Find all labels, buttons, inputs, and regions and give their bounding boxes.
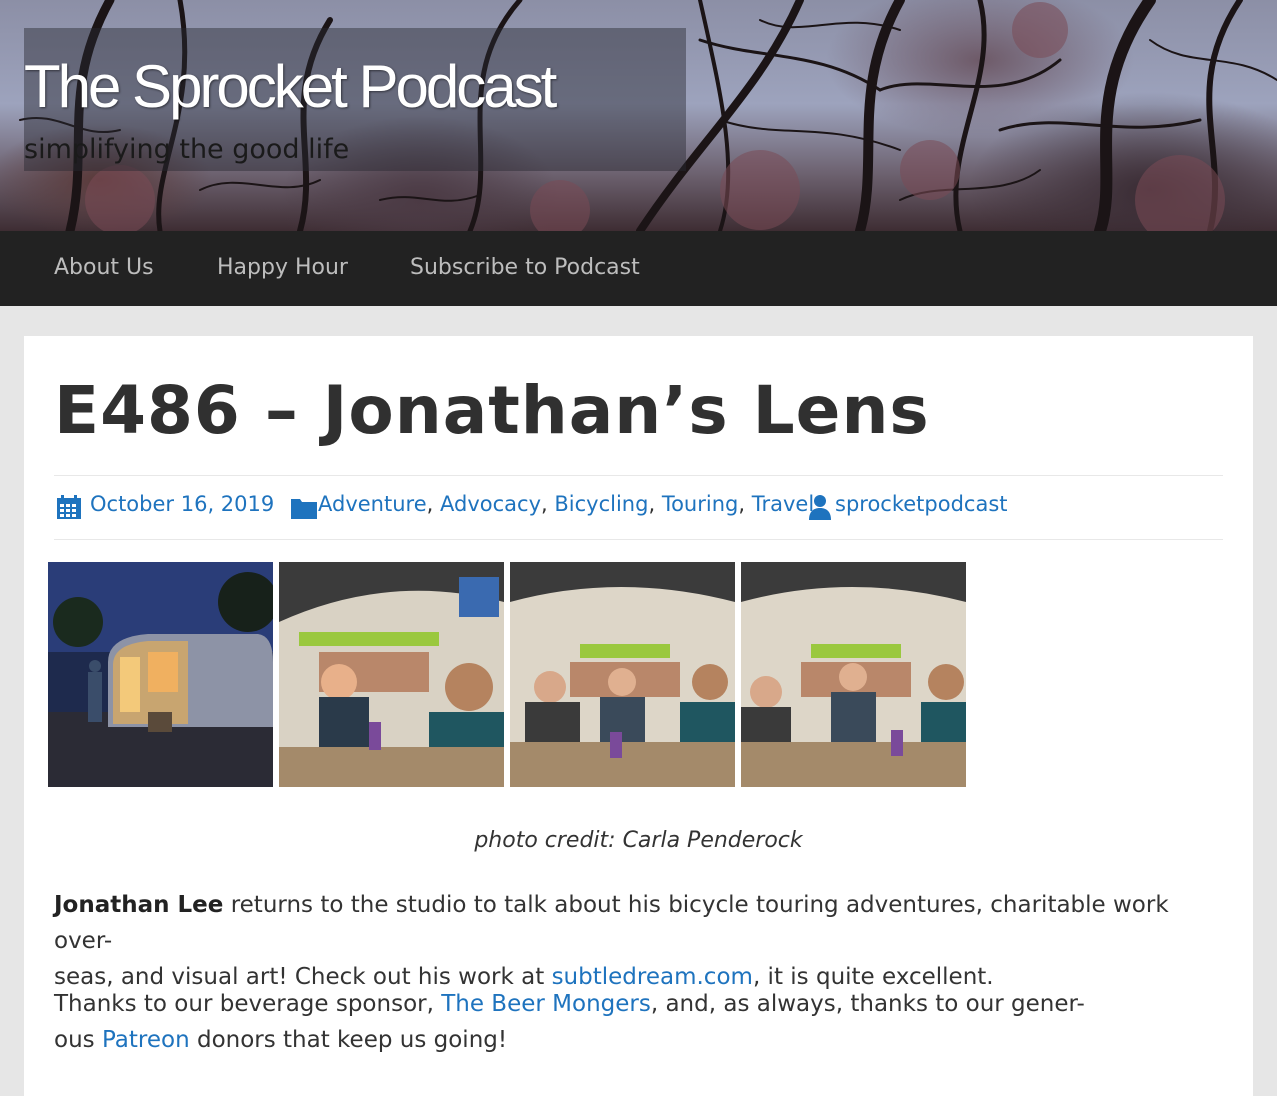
- category-advocacy[interactable]: Advocacy: [440, 492, 541, 516]
- gallery-thumbnail[interactable]: [48, 562, 273, 787]
- post-paragraph: Thanks to our beverage sponsor, The Beer…: [54, 986, 1224, 1058]
- paragraph-line: ous Patreon donors that keep us going!: [54, 1022, 1224, 1058]
- gallery-thumbnail[interactable]: [279, 562, 504, 787]
- category-separator: ,: [738, 492, 746, 516]
- studio-image-2: [510, 562, 735, 787]
- site-header: The Sprocket Podcast simplifying the goo…: [0, 0, 1277, 231]
- nav-item-about-us[interactable]: About Us: [54, 255, 154, 280]
- gallery-thumbnail[interactable]: [510, 562, 735, 787]
- post-date[interactable]: October 16, 2019: [90, 492, 274, 516]
- paragraph-line: Jonathan Lee returns to the studio to ta…: [54, 887, 1224, 959]
- nav-item-happy-hour[interactable]: Happy Hour: [217, 255, 348, 280]
- meta-divider-top: [54, 475, 1223, 476]
- paragraph-text: Thanks to our beverage sponsor,: [54, 991, 442, 1017]
- category-separator: ,: [426, 492, 434, 516]
- folder-icon: [291, 499, 317, 519]
- paragraph-text: , and, as always, thanks to our gener-: [650, 991, 1085, 1017]
- guest-name: Jonathan Lee: [54, 892, 224, 918]
- paragraph-line: Thanks to our beverage sponsor, The Beer…: [54, 986, 1224, 1022]
- post-paragraph: Jonathan Lee returns to the studio to ta…: [54, 887, 1224, 995]
- category-separator: ,: [648, 492, 656, 516]
- category-adventure[interactable]: Adventure: [318, 492, 427, 516]
- paragraph-text: donors that keep us going!: [189, 1027, 508, 1053]
- post-author[interactable]: sprocketpodcast: [835, 492, 1008, 516]
- meta-divider-bottom: [54, 539, 1223, 540]
- nav-item-subscribe[interactable]: Subscribe to Podcast: [410, 255, 640, 280]
- main-nav: About Us Happy Hour Subscribe to Podcast: [0, 231, 1277, 306]
- studio-image-1: [279, 562, 504, 787]
- patreon-link[interactable]: Patreon: [102, 1027, 190, 1053]
- beer-mongers-link[interactable]: The Beer Mongers: [441, 991, 651, 1017]
- category-bicycling[interactable]: Bicycling: [554, 492, 648, 516]
- gallery-thumbnail[interactable]: [741, 562, 966, 787]
- site-title[interactable]: The Sprocket Podcast: [24, 52, 557, 121]
- airstream-night-image: [48, 562, 273, 787]
- photo-credit: photo credit: Carla Penderock: [474, 828, 803, 853]
- post-categories: Adventure, Advocacy, Bicycling, Touring,…: [318, 492, 814, 516]
- paragraph-text: ous: [54, 1027, 102, 1053]
- user-icon: [809, 495, 831, 520]
- post-title: E486 – Jonathan’s Lens: [54, 372, 930, 449]
- site-tagline: simplifying the good life: [24, 134, 350, 165]
- category-separator: ,: [541, 492, 548, 516]
- category-touring[interactable]: Touring: [662, 492, 739, 516]
- studio-image-3: [741, 562, 966, 787]
- category-travel[interactable]: Travel: [752, 492, 814, 516]
- calendar-icon: [57, 495, 81, 519]
